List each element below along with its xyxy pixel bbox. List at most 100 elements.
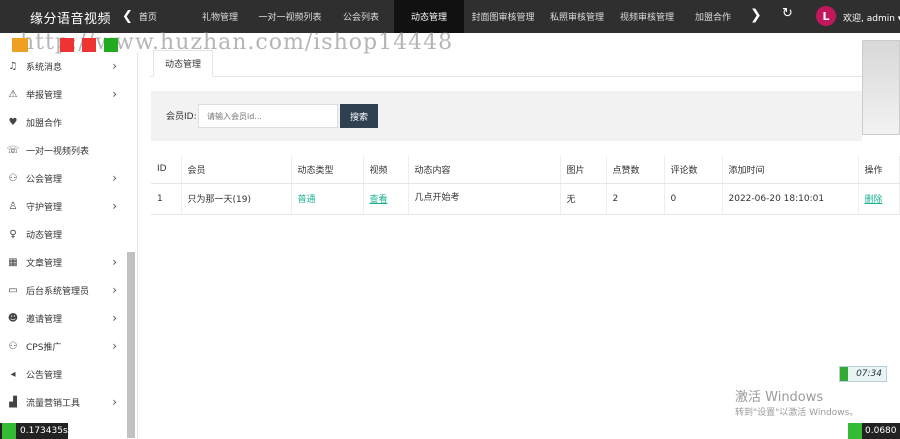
id-card-icon: ▭	[8, 284, 18, 296]
nav-franchise[interactable]: 加盟合作	[682, 0, 744, 33]
grid-icon: ▦	[8, 256, 18, 268]
signal-icon: ▟	[9, 396, 17, 408]
clock-marker	[840, 367, 848, 381]
megaphone-icon: ◂	[10, 368, 16, 380]
side-thumbnail	[862, 40, 900, 135]
col-likes: 点赞数	[606, 156, 665, 184]
cell-likes: 2	[606, 183, 665, 215]
chevron-right-icon: ›	[112, 87, 117, 101]
sidebar-item-label: 守护管理	[26, 202, 63, 213]
sidebar-item-label: 系统消息	[26, 62, 63, 73]
col-video: 视频	[363, 156, 409, 184]
sidebar-item[interactable]: ◂ 公告管理	[0, 360, 127, 388]
nav-video-list[interactable]: 一对一视频列表	[250, 0, 330, 33]
nav-video-review[interactable]: 视频审核管理	[612, 0, 682, 33]
timer-marker	[2, 423, 16, 439]
sidebar-item[interactable]: ♙ 守护管理 ›	[0, 192, 127, 220]
bell-icon: ♫	[8, 60, 18, 72]
cell-member: 只为那一天(19)	[181, 183, 292, 215]
nav-cover-review[interactable]: 封面图审核管理	[464, 0, 542, 33]
search-button[interactable]: 搜索	[340, 104, 378, 128]
app-brand: 缘分语音视频	[30, 12, 112, 27]
sidebar-item[interactable]: ⚇ 公会管理 ›	[0, 164, 127, 192]
member-id-label: 会员ID:	[166, 112, 197, 122]
cell-comments: 0	[664, 183, 723, 215]
chevron-right-icon: ›	[112, 199, 117, 213]
sidebar-item-label: CPS推广	[26, 342, 62, 353]
windows-activation-title: 激活 Windows	[735, 390, 824, 405]
sidebar-item-label: 动态管理	[26, 230, 63, 241]
sidebar-item[interactable]: ☏ 一对一视频列表	[0, 136, 127, 164]
sidebar-item[interactable]: ⚇ CPS推广 ›	[0, 332, 127, 360]
clock-widget: 07:34	[839, 366, 887, 382]
clock-time: 07:34	[856, 369, 882, 379]
cps-icon: ⚇	[8, 340, 18, 352]
col-image: 图片	[560, 156, 607, 184]
sidebar-item[interactable]: ▦ 文章管理 ›	[0, 248, 127, 276]
chevron-right-icon: ›	[112, 171, 117, 185]
warning-icon: ⚠	[8, 88, 18, 100]
cell-add-time: 2022-06-20 18:10:01	[722, 183, 859, 215]
sidebar-item-label: 举报管理	[26, 90, 63, 101]
view-video-link[interactable]: 查看	[363, 183, 409, 215]
nav-gift-management[interactable]: 礼物管理	[190, 0, 250, 33]
chevron-right-icon: ›	[112, 311, 117, 325]
chevron-right-icon: ›	[112, 339, 117, 353]
col-id: ID	[151, 156, 182, 184]
col-type: 动态类型	[291, 156, 364, 184]
cell-content: 几点开始考	[408, 183, 561, 215]
chevron-right-icon: ›	[112, 59, 117, 73]
windows-activation-subtitle: 转到"设置"以激活 Windows。	[735, 408, 859, 418]
timer-marker	[848, 423, 862, 439]
timer-right-value: 0.0680	[865, 426, 897, 436]
delete-link[interactable]: 删除	[858, 183, 900, 215]
timer-right: 0.0680	[848, 423, 900, 439]
sidebar-item[interactable]: ♥ 加盟合作	[0, 108, 127, 136]
sidebar-scrollbar[interactable]	[127, 252, 135, 438]
user-menu[interactable]: 欢迎, admin ▾	[843, 11, 900, 24]
sidebar-item-label: 后台系统管理员	[26, 286, 90, 297]
lightbulb-icon: ♀	[9, 228, 17, 240]
timer-left: 0.173435s	[0, 423, 68, 439]
search-panel: 会员ID: 搜索	[151, 91, 862, 141]
sidebar-item-label: 文章管理	[26, 258, 63, 269]
watermark-red-block	[60, 38, 74, 52]
nav-guild-list[interactable]: 公会列表	[330, 0, 392, 33]
sidebar-item[interactable]: ♀ 动态管理	[0, 220, 127, 248]
cell-type: 普通	[291, 183, 364, 215]
sidebar-item-label: 公告管理	[26, 370, 63, 381]
home-label: 首页	[138, 13, 157, 23]
nav-moments-management[interactable]: 动态管理	[394, 0, 464, 33]
table-header-row: ID 会员 动态类型 视频 动态内容 图片 点赞数 评论数 添加时间 操作	[151, 156, 900, 184]
watermark-home-icon	[12, 38, 28, 52]
sidebar-item[interactable]: ♫ 系统消息 ›	[0, 52, 127, 80]
avatar[interactable]: L	[816, 6, 836, 26]
sidebar-item-label: 流量营销工具	[26, 398, 81, 409]
phone-icon: ☏	[6, 144, 20, 156]
home-link[interactable]: ❮ 首页	[122, 9, 157, 24]
users-icon: ☻	[7, 312, 19, 324]
watermark-red-block	[82, 38, 96, 52]
col-comments: 评论数	[664, 156, 723, 184]
sidebar-item[interactable]: ⚠ 举报管理 ›	[0, 80, 127, 108]
sidebar-item[interactable]: ▟ 流量营销工具 ›	[0, 388, 127, 416]
refresh-icon[interactable]: ↻	[782, 6, 793, 21]
watermark-green-block	[104, 38, 118, 52]
chevron-right-icon: ›	[112, 255, 117, 269]
moments-table: ID 会员 动态类型 视频 动态内容 图片 点赞数 评论数 添加时间 操作 1 …	[151, 156, 900, 215]
chevron-right-icon[interactable]: ❯	[750, 7, 762, 23]
chevron-right-icon: ›	[112, 395, 117, 409]
sidebar-item-label: 加盟合作	[26, 118, 63, 129]
member-id-input[interactable]	[198, 104, 338, 128]
nav-private-photo-review[interactable]: 私照审核管理	[542, 0, 612, 33]
top-navbar: 缘分语音视频 ❮ 首页 礼物管理 一对一视频列表 公会列表 动态管理 封面图审核…	[0, 0, 900, 33]
handshake-icon: ⚇	[8, 172, 18, 184]
sidebar-item[interactable]: ☻ 邀请管理 ›	[0, 304, 127, 332]
sidebar-item[interactable]: ▭ 后台系统管理员 ›	[0, 276, 127, 304]
sidebar-item-label: 公会管理	[26, 174, 63, 185]
guard-icon: ♙	[8, 200, 18, 212]
chevron-right-icon: ›	[112, 283, 117, 297]
table-row: 1 只为那一天(19) 普通 查看 几点开始考 无 2 0 2022-06-20…	[151, 183, 900, 215]
col-add-time: 添加时间	[722, 156, 859, 184]
heart-icon: ♥	[8, 116, 18, 128]
